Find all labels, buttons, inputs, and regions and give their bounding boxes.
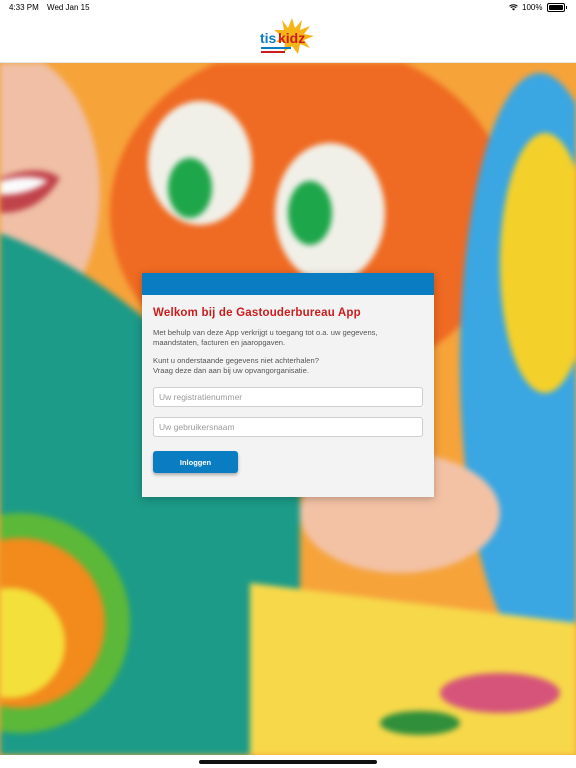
help-line-1: Kunt u onderstaande gegevens niet achter… [153, 356, 319, 365]
help-text: Kunt u onderstaande gegevens niet achter… [153, 356, 423, 376]
svg-text:tis: tis [260, 30, 277, 46]
battery-icon [546, 3, 565, 12]
home-indicator[interactable] [199, 760, 377, 764]
login-title: Welkom bij de Gastouderbureau App [153, 307, 361, 319]
status-time: 4:33 PM [9, 3, 39, 12]
battery-percent: 100% [522, 3, 543, 12]
username-input[interactable] [153, 417, 423, 437]
status-bar: 4:33 PM Wed Jan 15 100% [0, 0, 576, 14]
registration-number-input[interactable] [153, 387, 423, 407]
card-header-bar [142, 273, 434, 295]
help-line-2: Vraag deze dan aan bij uw opvangorganisa… [153, 366, 309, 375]
intro-text: Met behulp van deze App verkrijgt u toeg… [153, 328, 378, 347]
app-header: tis kidz [0, 14, 576, 63]
tiskidz-logo: tis kidz [260, 18, 314, 54]
svg-text:kidz: kidz [278, 30, 305, 46]
bottom-safe-area [0, 755, 576, 768]
status-date: Wed Jan 15 [47, 3, 90, 12]
login-card: Welkom bij de Gastouderbureau App Met be… [142, 273, 434, 497]
wifi-icon [509, 4, 518, 11]
login-button[interactable]: Inloggen [153, 451, 238, 473]
